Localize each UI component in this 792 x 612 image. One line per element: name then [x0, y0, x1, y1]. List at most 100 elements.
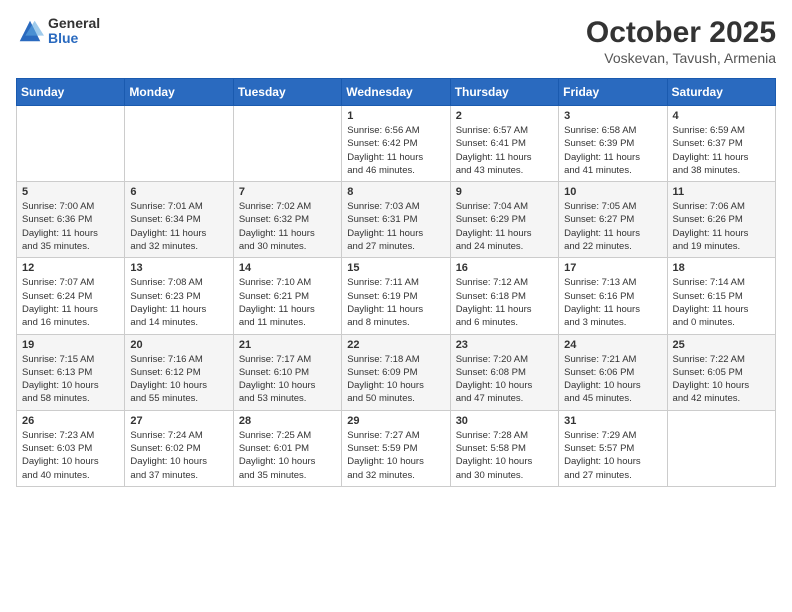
day-number: 8 — [347, 186, 444, 198]
calendar-header: SundayMondayTuesdayWednesdayThursdayFrid… — [17, 79, 776, 106]
calendar-subtitle: Voskevan, Tavush, Armenia — [586, 50, 776, 66]
calendar-cell — [17, 106, 125, 182]
day-info: Sunrise: 7:00 AM Sunset: 6:36 PM Dayligh… — [22, 200, 119, 253]
day-number: 26 — [22, 415, 119, 427]
weekday-header-thursday: Thursday — [450, 79, 558, 106]
calendar-cell: 5 Sunrise: 7:00 AM Sunset: 6:36 PM Daylig… — [17, 182, 125, 258]
day-number: 15 — [347, 262, 444, 274]
calendar-cell: 11 Sunrise: 7:06 AM Sunset: 6:26 PM Dayli… — [667, 182, 775, 258]
weekday-header-saturday: Saturday — [667, 79, 775, 106]
day-info: Sunrise: 7:03 AM Sunset: 6:31 PM Dayligh… — [347, 200, 444, 253]
calendar-cell: 31 Sunrise: 7:29 AM Sunset: 5:57 PM Dayli… — [559, 410, 667, 486]
calendar-title: October 2025 — [586, 16, 776, 50]
day-number: 24 — [564, 339, 661, 351]
day-info: Sunrise: 7:06 AM Sunset: 6:26 PM Dayligh… — [673, 200, 770, 253]
calendar-cell: 27Sunrise: 7:24 AM Sunset: 6:02 PM Dayli… — [125, 410, 233, 486]
day-number: 20 — [130, 339, 227, 351]
calendar-cell: 28 Sunrise: 7:25 AM Sunset: 6:01 PM Dayli… — [233, 410, 341, 486]
calendar-table: SundayMondayTuesdayWednesdayThursdayFrid… — [16, 78, 776, 487]
calendar-cell: 30 Sunrise: 7:28 AM Sunset: 5:58 PM Dayli… — [450, 410, 558, 486]
logo-icon — [16, 17, 44, 45]
day-number: 4 — [673, 110, 770, 122]
day-number: 11 — [673, 186, 770, 198]
day-info: Sunrise: 7:14 AM Sunset: 6:15 PM Dayligh… — [673, 276, 770, 329]
calendar-week-2: 5 Sunrise: 7:00 AM Sunset: 6:36 PM Daylig… — [17, 182, 776, 258]
day-info: Sunrise: 7:25 AM Sunset: 6:01 PM Dayligh… — [239, 429, 336, 482]
title-block: October 2025 Voskevan, Tavush, Armenia — [586, 16, 776, 66]
calendar-cell: 24 Sunrise: 7:21 AM Sunset: 6:06 PM Dayli… — [559, 334, 667, 410]
calendar-cell: 12 Sunrise: 7:07 AM Sunset: 6:24 PM Dayli… — [17, 258, 125, 334]
day-info: Sunrise: 7:07 AM Sunset: 6:24 PM Dayligh… — [22, 276, 119, 329]
day-number: 14 — [239, 262, 336, 274]
day-info: Sunrise: 7:17 AM Sunset: 6:10 PM Dayligh… — [239, 353, 336, 406]
day-number: 13 — [130, 262, 227, 274]
day-number: 30 — [456, 415, 553, 427]
day-number: 23 — [456, 339, 553, 351]
day-number: 27 — [130, 415, 227, 427]
calendar-cell: 10 Sunrise: 7:05 AM Sunset: 6:27 PM Dayli… — [559, 182, 667, 258]
calendar-cell: 29 Sunrise: 7:27 AM Sunset: 5:59 PM Dayli… — [342, 410, 450, 486]
weekday-header-tuesday: Tuesday — [233, 79, 341, 106]
weekday-header-monday: Monday — [125, 79, 233, 106]
calendar-cell: 6Sunrise: 7:01 AM Sunset: 6:34 PM Daylig… — [125, 182, 233, 258]
logo-blue-text: Blue — [48, 31, 100, 46]
day-info: Sunrise: 7:05 AM Sunset: 6:27 PM Dayligh… — [564, 200, 661, 253]
day-number: 22 — [347, 339, 444, 351]
day-info: Sunrise: 7:28 AM Sunset: 5:58 PM Dayligh… — [456, 429, 553, 482]
day-info: Sunrise: 6:56 AM Sunset: 6:42 PM Dayligh… — [347, 124, 444, 177]
day-number: 2 — [456, 110, 553, 122]
calendar-week-1: 1 Sunrise: 6:56 AM Sunset: 6:42 PM Daylig… — [17, 106, 776, 182]
day-number: 9 — [456, 186, 553, 198]
day-info: Sunrise: 7:02 AM Sunset: 6:32 PM Dayligh… — [239, 200, 336, 253]
day-number: 16 — [456, 262, 553, 274]
day-number: 12 — [22, 262, 119, 274]
logo-general-text: General — [48, 16, 100, 31]
day-number: 5 — [22, 186, 119, 198]
day-info: Sunrise: 7:29 AM Sunset: 5:57 PM Dayligh… — [564, 429, 661, 482]
calendar-cell: 15 Sunrise: 7:11 AM Sunset: 6:19 PM Dayli… — [342, 258, 450, 334]
day-info: Sunrise: 7:13 AM Sunset: 6:16 PM Dayligh… — [564, 276, 661, 329]
day-info: Sunrise: 7:15 AM Sunset: 6:13 PM Dayligh… — [22, 353, 119, 406]
page-header: General Blue October 2025 Voskevan, Tavu… — [16, 16, 776, 66]
day-info: Sunrise: 7:23 AM Sunset: 6:03 PM Dayligh… — [22, 429, 119, 482]
calendar-cell — [233, 106, 341, 182]
calendar-cell — [125, 106, 233, 182]
day-info: Sunrise: 7:22 AM Sunset: 6:05 PM Dayligh… — [673, 353, 770, 406]
calendar-cell: 13Sunrise: 7:08 AM Sunset: 6:23 PM Dayli… — [125, 258, 233, 334]
day-info: Sunrise: 7:21 AM Sunset: 6:06 PM Dayligh… — [564, 353, 661, 406]
day-number: 28 — [239, 415, 336, 427]
day-number: 29 — [347, 415, 444, 427]
weekday-header-friday: Friday — [559, 79, 667, 106]
calendar-body: 1 Sunrise: 6:56 AM Sunset: 6:42 PM Daylig… — [17, 106, 776, 487]
day-number: 17 — [564, 262, 661, 274]
day-info: Sunrise: 7:12 AM Sunset: 6:18 PM Dayligh… — [456, 276, 553, 329]
weekday-header-row: SundayMondayTuesdayWednesdayThursdayFrid… — [17, 79, 776, 106]
day-info: Sunrise: 7:11 AM Sunset: 6:19 PM Dayligh… — [347, 276, 444, 329]
day-number: 7 — [239, 186, 336, 198]
calendar-cell: 21Sunrise: 7:17 AM Sunset: 6:10 PM Dayli… — [233, 334, 341, 410]
day-number: 1 — [347, 110, 444, 122]
calendar-cell: 25Sunrise: 7:22 AM Sunset: 6:05 PM Dayli… — [667, 334, 775, 410]
calendar-cell: 9Sunrise: 7:04 AM Sunset: 6:29 PM Daylig… — [450, 182, 558, 258]
day-info: Sunrise: 7:27 AM Sunset: 5:59 PM Dayligh… — [347, 429, 444, 482]
calendar-cell: 23 Sunrise: 7:20 AM Sunset: 6:08 PM Dayli… — [450, 334, 558, 410]
calendar-cell: 2Sunrise: 6:57 AM Sunset: 6:41 PM Daylig… — [450, 106, 558, 182]
day-number: 31 — [564, 415, 661, 427]
day-info: Sunrise: 7:20 AM Sunset: 6:08 PM Dayligh… — [456, 353, 553, 406]
calendar-cell: 18 Sunrise: 7:14 AM Sunset: 6:15 PM Dayli… — [667, 258, 775, 334]
calendar-cell: 22 Sunrise: 7:18 AM Sunset: 6:09 PM Dayli… — [342, 334, 450, 410]
calendar-cell: 20 Sunrise: 7:16 AM Sunset: 6:12 PM Dayli… — [125, 334, 233, 410]
calendar-week-5: 26 Sunrise: 7:23 AM Sunset: 6:03 PM Dayli… — [17, 410, 776, 486]
calendar-cell: 17 Sunrise: 7:13 AM Sunset: 6:16 PM Dayli… — [559, 258, 667, 334]
calendar-cell: 8 Sunrise: 7:03 AM Sunset: 6:31 PM Daylig… — [342, 182, 450, 258]
day-info: Sunrise: 7:16 AM Sunset: 6:12 PM Dayligh… — [130, 353, 227, 406]
calendar-cell: 7 Sunrise: 7:02 AM Sunset: 6:32 PM Daylig… — [233, 182, 341, 258]
day-number: 10 — [564, 186, 661, 198]
day-number: 18 — [673, 262, 770, 274]
calendar-cell: 14 Sunrise: 7:10 AM Sunset: 6:21 PM Dayli… — [233, 258, 341, 334]
day-info: Sunrise: 7:10 AM Sunset: 6:21 PM Dayligh… — [239, 276, 336, 329]
logo: General Blue — [16, 16, 100, 47]
day-info: Sunrise: 7:18 AM Sunset: 6:09 PM Dayligh… — [347, 353, 444, 406]
day-info: Sunrise: 6:58 AM Sunset: 6:39 PM Dayligh… — [564, 124, 661, 177]
calendar-cell: 26 Sunrise: 7:23 AM Sunset: 6:03 PM Dayli… — [17, 410, 125, 486]
